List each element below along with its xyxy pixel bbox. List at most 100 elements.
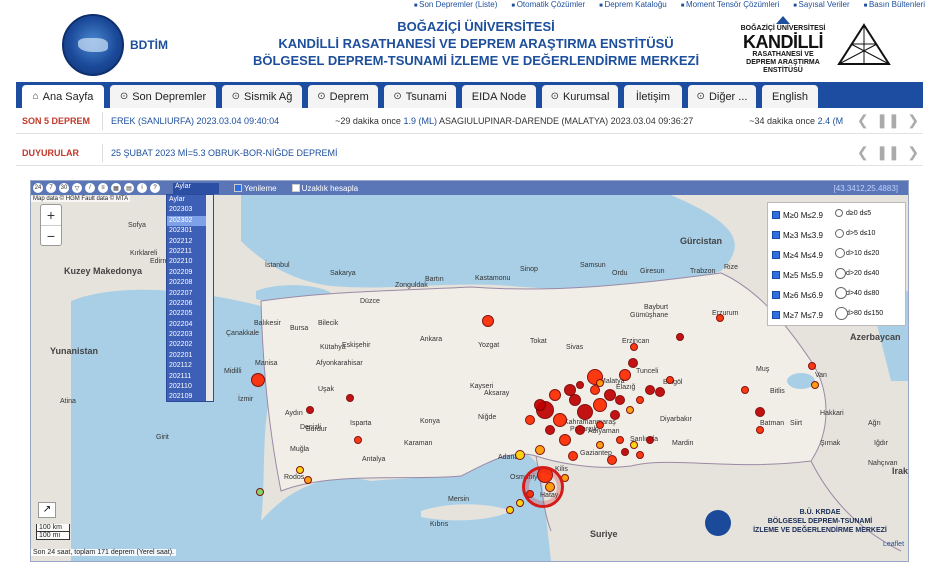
quake-marker[interactable] [596, 379, 604, 387]
checkbox-icon[interactable] [772, 291, 780, 299]
legend-mag-3[interactable]: M≥5 M≤5.9 [772, 266, 823, 284]
quake-marker[interactable] [666, 376, 674, 384]
quake-marker[interactable] [577, 404, 593, 420]
checkbox-icon[interactable] [772, 251, 780, 259]
grid-icon[interactable]: ▦ [111, 183, 121, 193]
quake-marker[interactable] [525, 415, 535, 425]
checkbox-icon[interactable] [772, 211, 780, 219]
quake-marker[interactable] [559, 434, 571, 446]
quake-marker[interactable] [626, 406, 634, 414]
quake-marker[interactable] [616, 436, 624, 444]
quake-marker[interactable] [534, 399, 546, 411]
quake-marker[interactable] [549, 389, 561, 401]
legend-mag-4[interactable]: M≥6 M≤6.9 [772, 286, 823, 304]
quake-marker[interactable] [564, 384, 576, 396]
announcement-link[interactable]: 25 ŞUBAT 2023 Mİ=5.3 OBRUK-BOR-NİĞDE DEP… [111, 148, 338, 158]
ticker-item[interactable]: ~29 dakika once 1.9 (ML) ASAGIULUPINAR-D… [335, 116, 693, 126]
quake-marker[interactable] [636, 451, 644, 459]
tab-diger[interactable]: ⊙ Diğer ... [688, 85, 756, 108]
pause-icon[interactable]: ❚❚ [876, 112, 899, 129]
quake-marker[interactable] [610, 410, 620, 420]
quake-marker[interactable] [646, 436, 654, 444]
ticker-item[interactable]: EREK (SANLIURFA) 2023.03.04 09:40:04 [111, 116, 279, 126]
tab-english[interactable]: English [762, 85, 818, 108]
quake-marker[interactable] [593, 398, 607, 412]
quake-marker[interactable] [676, 333, 684, 341]
checkbox-icon[interactable] [291, 184, 300, 192]
leaflet-link[interactable]: Leaflet [883, 541, 904, 548]
quake-marker[interactable] [619, 369, 631, 381]
legend-mag-0[interactable]: M≥0 M≤2.9 [772, 206, 823, 224]
quake-marker[interactable] [306, 406, 314, 414]
prev-icon[interactable]: ❮ [857, 112, 869, 129]
quake-marker[interactable] [636, 396, 644, 404]
top-link[interactable]: Son Depremler (Liste) [414, 0, 497, 9]
bdtim-logo[interactable] [62, 14, 124, 76]
ticker-item[interactable]: ~34 dakika once 2.4 (M [749, 116, 843, 126]
legend-mag-1[interactable]: M≥3 M≤3.9 [772, 226, 823, 244]
quake-marker[interactable] [354, 436, 362, 444]
tab-ana-sayfa[interactable]: ⌂ Ana Sayfa [22, 85, 104, 108]
quake-marker[interactable] [346, 394, 354, 402]
7d-icon[interactable]: 7 [46, 183, 56, 193]
quake-marker[interactable] [515, 450, 525, 460]
pause-icon[interactable]: ❚❚ [876, 144, 899, 161]
quake-marker[interactable] [756, 426, 764, 434]
quake-marker[interactable] [296, 466, 304, 474]
filter-icon[interactable]: ▽ [72, 183, 82, 193]
24h-icon[interactable]: 24 [33, 183, 43, 193]
checkbox-icon[interactable] [772, 231, 780, 239]
layers-icon[interactable]: ≡ [98, 183, 108, 193]
quake-marker[interactable] [755, 407, 765, 417]
legend-mag-2[interactable]: M≥4 M≤4.9 [772, 246, 823, 264]
quake-marker[interactable] [545, 425, 555, 435]
quake-marker[interactable] [741, 386, 749, 394]
quake-marker[interactable] [506, 506, 514, 514]
quake-marker[interactable] [575, 425, 585, 435]
quake-marker[interactable] [630, 441, 638, 449]
help-icon[interactable]: ? [150, 183, 160, 193]
kandilli-logo[interactable]: BOĞAZİÇİ ÜNİVERSİTESİ KANDİLLİ RASATHANE… [738, 16, 828, 76]
quake-marker[interactable] [535, 445, 545, 455]
tab-tsunami[interactable]: ⊙ Tsunami [384, 85, 456, 108]
quake-marker[interactable] [482, 315, 494, 327]
quake-marker[interactable] [251, 373, 265, 387]
info-icon[interactable]: i [137, 183, 147, 193]
quake-marker[interactable] [304, 476, 312, 484]
quake-marker[interactable] [716, 314, 724, 322]
quake-marker[interactable] [621, 448, 629, 456]
quake-marker[interactable] [655, 387, 665, 397]
quake-marker[interactable] [568, 451, 578, 461]
dropdown-scrollbar[interactable] [206, 195, 213, 401]
30d-icon[interactable]: 30 [59, 183, 69, 193]
table-icon[interactable]: ▤ [124, 183, 134, 193]
quake-marker[interactable] [628, 358, 638, 368]
next-icon[interactable]: ❯ [907, 112, 919, 129]
month-select[interactable]: Aylar [173, 182, 219, 194]
next-icon[interactable]: ❯ [907, 144, 919, 161]
quake-marker[interactable] [576, 381, 584, 389]
quake-marker[interactable] [596, 421, 604, 429]
quake-marker[interactable] [811, 381, 819, 389]
tab-kurumsal[interactable]: ⊙ Kurumsal [542, 85, 618, 108]
quake-marker[interactable] [256, 488, 264, 496]
quake-marker[interactable] [630, 343, 638, 351]
zoom-in-button[interactable]: + [41, 205, 61, 225]
checkbox-icon[interactable] [234, 184, 242, 192]
top-link[interactable]: Otomatik Çözümler [511, 0, 585, 9]
tab-sismik-ag[interactable]: ⊙ Sismik Ağ [222, 85, 302, 108]
legend-mag-5[interactable]: M≥7 M≤7.9 [772, 306, 823, 324]
month-dropdown[interactable]: Aylar 202303 202302 202301 202212 202211… [166, 194, 214, 402]
quake-marker[interactable] [645, 385, 655, 395]
tab-son-depremler[interactable]: ⊙ Son Depremler [110, 85, 216, 108]
quake-marker[interactable] [516, 499, 524, 507]
top-link[interactable]: Sayısal Veriler [793, 0, 850, 9]
quake-marker[interactable] [596, 441, 604, 449]
quake-marker[interactable] [615, 395, 625, 405]
checkbox-icon[interactable] [772, 311, 780, 319]
checkbox-icon[interactable] [772, 271, 780, 279]
quake-marker[interactable] [607, 455, 617, 465]
refresh-checkbox[interactable]: Yenileme [234, 184, 277, 193]
tab-eida-node[interactable]: EIDA Node [462, 85, 536, 108]
top-link[interactable]: Moment Tensör Çözümleri [681, 0, 779, 9]
